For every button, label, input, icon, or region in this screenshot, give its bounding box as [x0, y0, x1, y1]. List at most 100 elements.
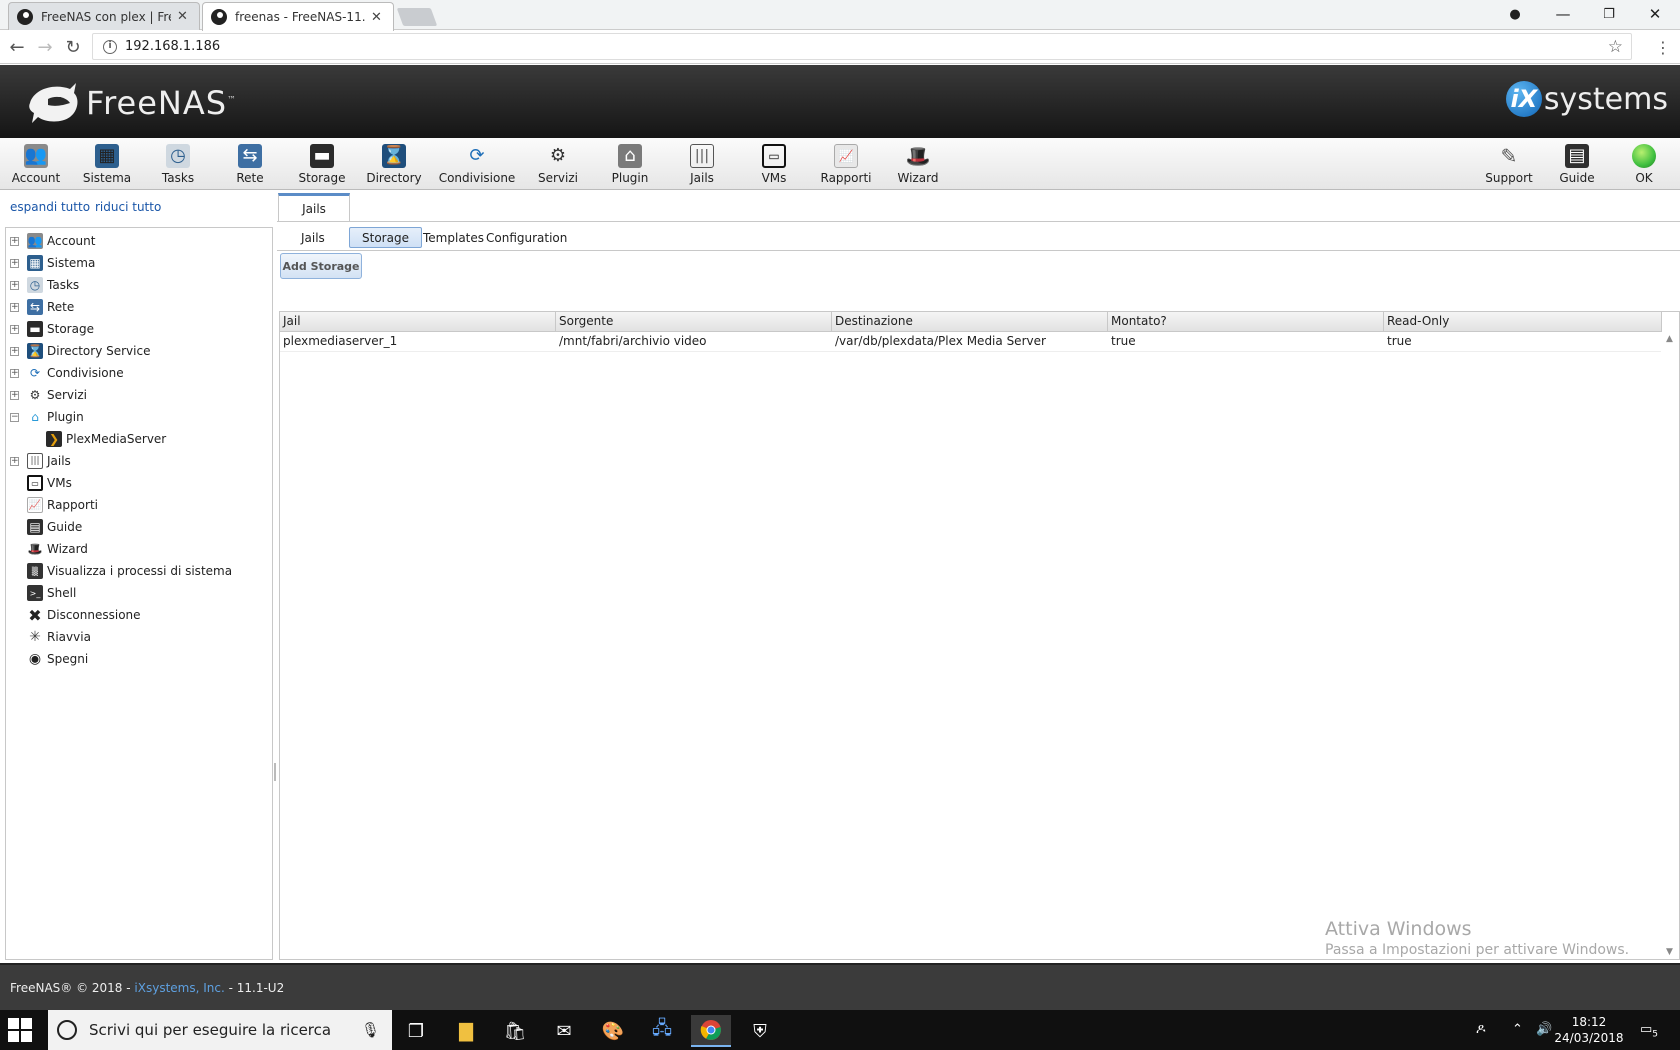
- network-app-icon[interactable]: 🖧: [642, 1015, 682, 1047]
- subtab-jails[interactable]: Jails: [289, 227, 337, 248]
- tree-item-jails[interactable]: + ||| Jails: [6, 451, 71, 471]
- toolbar-ok[interactable]: OK: [1608, 140, 1680, 188]
- tree-item-wizard[interactable]: 🎩 Wizard: [6, 539, 88, 559]
- toolbar-support[interactable]: ✎ Support: [1473, 140, 1545, 188]
- taskbar-search-box[interactable]: Scrivi qui per eseguire la ricerca 🎙: [48, 1010, 392, 1050]
- expand-icon[interactable]: +: [10, 236, 19, 246]
- expand-icon[interactable]: +: [10, 390, 19, 400]
- tree-item-guide[interactable]: ▤ Guide: [6, 517, 82, 537]
- toolbar-jails[interactable]: ||| Jails: [666, 140, 738, 188]
- tree-item-storage[interactable]: + ▬ Storage: [6, 319, 94, 339]
- browser-menu-icon[interactable]: ⋮: [1650, 34, 1676, 60]
- toolbar-guide[interactable]: ▤ Guide: [1541, 140, 1613, 188]
- forward-icon[interactable]: →: [32, 34, 58, 60]
- close-tab-icon[interactable]: ✕: [371, 10, 382, 25]
- taskbar-clock[interactable]: 18:12 24/03/2018: [1554, 1014, 1624, 1046]
- freenas-logo[interactable]: FreeNAS™: [26, 81, 237, 125]
- column-header-jail[interactable]: Jail: [280, 312, 556, 332]
- tree-item-disconnessione[interactable]: ✖ Disconnessione: [6, 605, 140, 625]
- close-window-icon[interactable]: ✕: [1632, 0, 1678, 28]
- expand-icon[interactable]: +: [10, 324, 19, 334]
- profile-icon[interactable]: ●: [1492, 0, 1538, 28]
- tree-item-riavvia[interactable]: ✳ Riavvia: [6, 627, 91, 647]
- toolbar-tasks[interactable]: ◷ Tasks: [142, 140, 214, 188]
- tree-item-tasks[interactable]: + ◷ Tasks: [6, 275, 79, 295]
- freenas-shark-icon: [29, 83, 78, 123]
- ixsystems-logo[interactable]: iX systems: [1505, 81, 1668, 117]
- chrome-icon[interactable]: [691, 1015, 731, 1047]
- collapse-icon[interactable]: −: [10, 412, 19, 422]
- paint-icon[interactable]: 🎨: [593, 1015, 633, 1047]
- back-icon[interactable]: ←: [4, 34, 30, 60]
- toolbar-storage[interactable]: ▬ Storage: [286, 140, 358, 188]
- tree-item-spegni[interactable]: ◉ Spegni: [6, 649, 88, 669]
- expand-icon[interactable]: +: [10, 346, 19, 356]
- task-view-icon[interactable]: ❐: [396, 1015, 436, 1047]
- volume-icon[interactable]: 🔊: [1536, 1022, 1552, 1037]
- tree-item-plexmediaserver[interactable]: ❯ PlexMediaServer: [25, 429, 166, 449]
- defender-shield-icon[interactable]: ⛨: [740, 1015, 780, 1047]
- expand-icon[interactable]: +: [10, 258, 19, 268]
- new-tab-button[interactable]: [396, 8, 438, 26]
- toolbar-plugin[interactable]: ⌂ Plugin: [594, 140, 666, 188]
- column-header-sorgente[interactable]: Sorgente: [556, 312, 832, 332]
- close-tab-icon[interactable]: ✕: [177, 9, 188, 24]
- subtab-configuration[interactable]: Configuration: [474, 227, 579, 248]
- people-icon[interactable]: ዶ: [1476, 1022, 1486, 1037]
- tree-item-account[interactable]: + 👥 Account: [6, 231, 95, 251]
- system-icon: ▦: [95, 144, 119, 168]
- expand-icon[interactable]: +: [10, 368, 19, 378]
- scroll-down-icon[interactable]: ▼: [1666, 947, 1673, 957]
- add-storage-button[interactable]: Add Storage: [280, 253, 362, 279]
- toolbar-servizi[interactable]: ⚙ Servizi: [522, 140, 594, 188]
- tree-item-plugin[interactable]: − ⌂ Plugin: [6, 407, 84, 427]
- url-field[interactable]: i 192.168.1.186 ☆: [92, 33, 1632, 60]
- toolbar-rapporti[interactable]: 📈 Rapporti: [810, 140, 882, 188]
- browser-tab-2[interactable]: freenas - FreeNAS-11.1-U ✕: [202, 2, 394, 31]
- table-scrollbar[interactable]: ▲ ▼: [1661, 332, 1679, 959]
- tray-expand-icon[interactable]: ⌃: [1512, 1022, 1523, 1037]
- toolbar-directory[interactable]: ⌛ Directory: [358, 140, 430, 188]
- toolbar-rete[interactable]: ⇆ Rete: [214, 140, 286, 188]
- expand-icon[interactable]: +: [10, 280, 19, 290]
- tree-item-rapporti[interactable]: 📈 Rapporti: [6, 495, 98, 515]
- tree-item-system-processes[interactable]: ▒ Visualizza i processi di sistema: [6, 561, 232, 581]
- tree-item-servizi[interactable]: + ⚙ Servizi: [6, 385, 87, 405]
- tab-jails-outer[interactable]: Jails: [278, 193, 350, 221]
- browser-tab-bar: FreeNAS con plex | FreeN ✕ freenas - Fre…: [0, 0, 1680, 31]
- info-icon[interactable]: i: [103, 39, 117, 54]
- expand-all-link[interactable]: espandi tutto: [10, 200, 90, 214]
- microphone-icon[interactable]: 🎙: [361, 1021, 380, 1039]
- tree-item-condivisione[interactable]: + ⟳ Condivisione: [6, 363, 124, 383]
- tree-item-vms[interactable]: ▭ VMs: [6, 473, 72, 493]
- minimize-icon[interactable]: —: [1540, 0, 1586, 28]
- toolbar-vms[interactable]: ▭ VMs: [738, 140, 810, 188]
- browser-tab-1[interactable]: FreeNAS con plex | FreeN ✕: [8, 2, 200, 30]
- tree-item-shell[interactable]: >_ Shell: [6, 583, 76, 603]
- file-explorer-icon[interactable]: ▇: [446, 1015, 486, 1047]
- toolbar-account[interactable]: 👥 Account: [0, 140, 72, 188]
- table-row[interactable]: plexmediaserver_1 /mnt/fabri/archivio vi…: [280, 332, 1662, 352]
- tree-item-rete[interactable]: + ⇆ Rete: [6, 297, 74, 317]
- expand-icon[interactable]: +: [10, 302, 19, 312]
- action-center-icon[interactable]: ▭5: [1640, 1022, 1658, 1040]
- ixsystems-link[interactable]: iXsystems, Inc.: [134, 981, 224, 995]
- panel-splitter[interactable]: [274, 763, 276, 781]
- column-header-montato[interactable]: Montato?: [1108, 312, 1384, 332]
- tree-item-directory-service[interactable]: + ⌛ Directory Service: [6, 341, 150, 361]
- bookmark-star-icon[interactable]: ☆: [1608, 37, 1623, 57]
- expand-icon[interactable]: +: [10, 456, 19, 466]
- collapse-all-link[interactable]: riduci tutto: [95, 200, 161, 214]
- tree-item-sistema[interactable]: + ▦ Sistema: [6, 253, 95, 273]
- column-header-read-only[interactable]: Read-Only: [1384, 312, 1662, 332]
- restore-icon[interactable]: ❐: [1586, 0, 1632, 28]
- scroll-up-icon[interactable]: ▲: [1666, 334, 1673, 344]
- column-header-destinazione[interactable]: Destinazione: [832, 312, 1108, 332]
- toolbar-condivisione[interactable]: ⟳ Condivisione: [439, 140, 516, 188]
- store-icon[interactable]: 🛍: [495, 1015, 535, 1047]
- toolbar-sistema[interactable]: ▦ Sistema: [71, 140, 143, 188]
- toolbar-wizard[interactable]: 🎩 Wizard: [882, 140, 954, 188]
- mail-icon[interactable]: ✉: [544, 1015, 584, 1047]
- reload-icon[interactable]: ↻: [60, 34, 86, 60]
- windows-start-icon[interactable]: [8, 1018, 32, 1042]
